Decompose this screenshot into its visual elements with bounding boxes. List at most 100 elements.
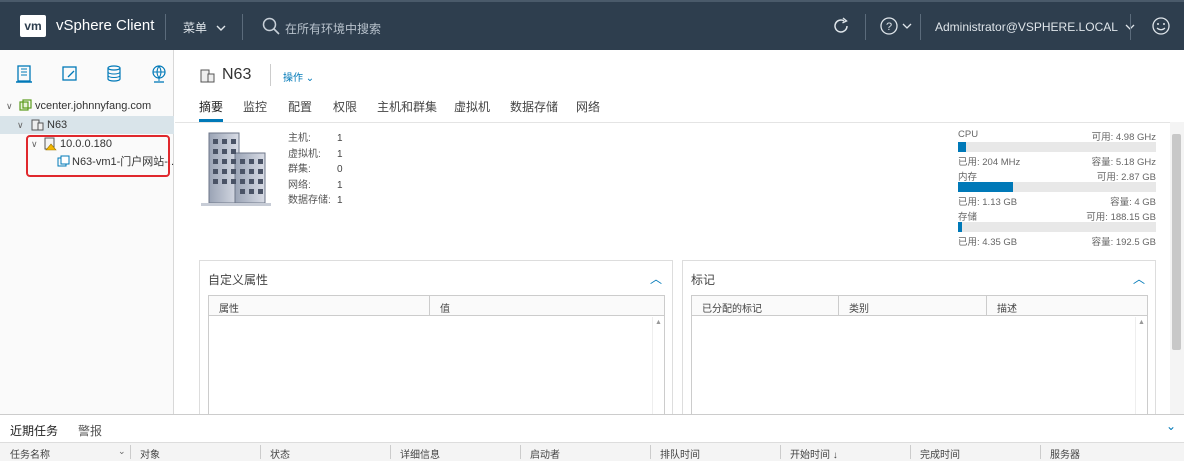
vmware-logo: vm xyxy=(20,15,46,37)
column-divider[interactable] xyxy=(986,296,987,316)
column-divider[interactable] xyxy=(1040,445,1041,459)
tree-item-label: vcenter.johnnyfang.com xyxy=(35,100,152,112)
resource-free: 可用: 4.98 GHz xyxy=(1091,132,1156,143)
grid-scrollbar[interactable]: ▲ xyxy=(652,317,664,416)
usage-fill xyxy=(958,142,966,152)
column-header[interactable]: 值 xyxy=(440,300,450,315)
column-task-name[interactable]: 任务名称 xyxy=(10,446,50,461)
column-header[interactable]: 已分配的标记 xyxy=(702,300,762,315)
vms-templates-icon[interactable] xyxy=(60,64,80,84)
refresh-icon[interactable] xyxy=(831,16,851,36)
chevron-down-icon xyxy=(216,25,226,31)
divider xyxy=(920,14,921,40)
divider xyxy=(865,14,866,40)
resource-capacity: 容量: 5.18 GHz xyxy=(1091,157,1156,168)
top-bar: vm vSphere Client 菜单 在所有环境中搜索 ? Administ… xyxy=(0,0,1184,50)
tab-hosts-clusters[interactable]: 主机和群集 xyxy=(377,98,437,115)
resource-used: 已用: 204 MHz xyxy=(958,157,1021,168)
tab-monitor[interactable]: 监控 xyxy=(243,98,267,115)
actions-label: 操作 xyxy=(283,73,303,84)
tab-alarms[interactable]: 警报 xyxy=(78,422,102,439)
user-name: Administrator@VSPHERE.LOCAL xyxy=(935,20,1118,34)
column-object[interactable]: 对象 xyxy=(140,446,160,461)
column-details[interactable]: 详细信息 xyxy=(400,446,440,461)
column-divider[interactable] xyxy=(260,445,261,459)
grid-header: 已分配的标记 类别 描述 xyxy=(692,296,1147,316)
chevron-down-icon[interactable]: ∨ xyxy=(6,97,16,115)
tab-vms[interactable]: 虚拟机 xyxy=(454,98,490,115)
column-queued-for[interactable]: 排队时间 xyxy=(660,446,700,461)
storage-icon[interactable] xyxy=(104,64,124,84)
tab-datastores[interactable]: 数据存储 xyxy=(510,98,558,115)
chevron-up-icon[interactable]: ︿ xyxy=(1133,270,1145,287)
resource-free: 可用: 2.87 GB xyxy=(1096,172,1156,183)
highlight-box xyxy=(26,135,170,177)
menu-button[interactable]: 菜单 xyxy=(183,19,226,36)
tree-item-vcenter[interactable]: ∨ vcenter.johnnyfang.com xyxy=(0,97,174,115)
usage-bar xyxy=(958,222,1156,232)
column-header[interactable]: 类别 xyxy=(849,300,869,315)
grid-scrollbar[interactable]: ▲ xyxy=(1135,317,1147,416)
svg-text:?: ? xyxy=(886,21,892,33)
networking-icon[interactable] xyxy=(149,64,169,84)
custom-attributes-panel: 自定义属性 ︿ 属性 值 ▲ xyxy=(199,260,673,416)
column-divider[interactable] xyxy=(390,445,391,459)
custom-attributes-grid: 属性 值 ▲ xyxy=(208,295,665,416)
chevron-down-icon: ⌄ xyxy=(118,446,126,456)
scrollbar-thumb[interactable] xyxy=(1172,134,1181,350)
app-name: vSphere Client xyxy=(56,17,155,34)
divider xyxy=(1130,14,1131,40)
panel-title: 标记 xyxy=(691,273,716,287)
actions-menu[interactable]: 操作 ⌄ xyxy=(283,69,314,84)
chevron-down-icon[interactable]: ∨ xyxy=(17,116,27,134)
tab-permissions[interactable]: 权限 xyxy=(333,98,357,115)
column-initiator[interactable]: 启动者 xyxy=(530,446,560,461)
tags-panel: 标记 ︿ 已分配的标记 类别 描述 ▲ xyxy=(682,260,1156,416)
grid-header: 属性 值 xyxy=(209,296,664,316)
tab-configure[interactable]: 配置 xyxy=(288,98,312,115)
user-menu[interactable]: Administrator@VSPHERE.LOCAL xyxy=(935,20,1135,34)
vcenter-icon xyxy=(19,99,32,111)
column-divider[interactable] xyxy=(780,445,781,459)
hosts-clusters-icon[interactable] xyxy=(15,64,35,84)
help-menu[interactable]: ? xyxy=(879,16,915,39)
divider xyxy=(165,14,166,40)
tab-networks[interactable]: 网络 xyxy=(576,98,600,115)
double-chevron-down-icon[interactable]: ⌄ xyxy=(1166,419,1176,433)
datacenter-building-icon xyxy=(201,132,271,206)
column-divider[interactable] xyxy=(429,296,430,316)
datacenter-icon xyxy=(31,119,44,131)
column-divider[interactable] xyxy=(520,445,521,459)
navigator-tabs xyxy=(0,50,174,90)
column-divider[interactable] xyxy=(838,296,839,316)
column-divider[interactable] xyxy=(650,445,651,459)
divider xyxy=(270,64,271,86)
memory-meter: 内存 可用: 2.87 GB 已用: 1.13 GB 容量: 4 GB xyxy=(958,169,1156,209)
column-header[interactable]: 描述 xyxy=(997,300,1017,315)
chevron-down-icon: ⌄ xyxy=(305,73,315,84)
storage-meter: 存储 可用: 188.15 GB 已用: 4.35 GB 容量: 192.5 G… xyxy=(958,209,1156,249)
cpu-meter: CPU 可用: 4.98 GHz 已用: 204 MHz 容量: 5.18 GH… xyxy=(958,129,1156,169)
menu-label: 菜单 xyxy=(183,21,208,35)
column-server[interactable]: 服务器 xyxy=(1050,446,1080,461)
usage-bar xyxy=(958,182,1156,192)
column-status[interactable]: 状态 xyxy=(270,446,290,461)
column-divider[interactable] xyxy=(910,445,911,459)
column-header[interactable]: 属性 xyxy=(219,300,239,315)
page-title: N63 xyxy=(222,66,252,83)
resource-name: 存储 xyxy=(958,212,978,223)
column-divider[interactable] xyxy=(130,445,131,459)
tree-item-label: N63 xyxy=(47,119,68,131)
tab-summary[interactable]: 摘要 xyxy=(199,98,224,122)
column-start-time[interactable]: 开始时间 ↓ xyxy=(790,446,838,461)
smiley-feedback-icon[interactable] xyxy=(1151,16,1171,36)
search-icon xyxy=(262,17,280,35)
panel-title: 自定义属性 xyxy=(208,273,269,287)
tree-item-datacenter[interactable]: ∨ N63 xyxy=(0,116,174,134)
chevron-down-icon xyxy=(902,23,912,29)
column-completion-time[interactable]: 完成时间 xyxy=(920,446,960,461)
resource-used: 已用: 1.13 GB xyxy=(958,197,1018,208)
main-scrollbar[interactable] xyxy=(1170,122,1184,414)
chevron-up-icon[interactable]: ︿ xyxy=(650,270,662,287)
navigator-sidebar: ∨ vcenter.johnnyfang.com ∨ N63 ∨ 10.0.0.… xyxy=(0,50,177,414)
